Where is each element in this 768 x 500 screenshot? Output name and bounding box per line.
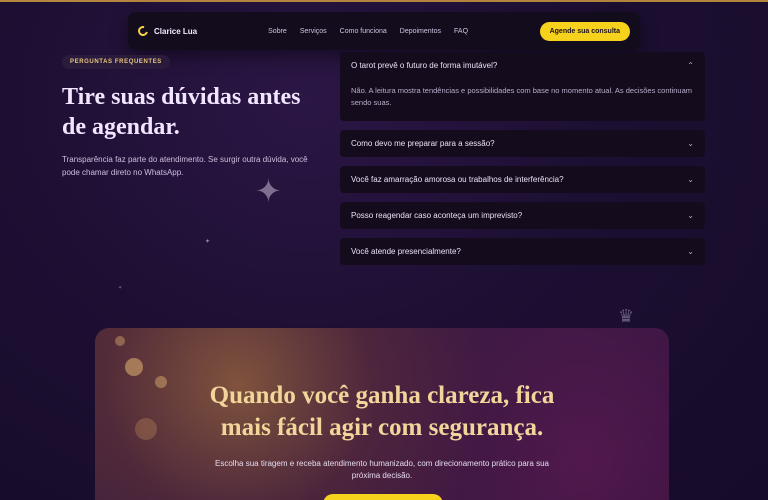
faq-accordion: O tarot prevê o futuro de forma imutável… bbox=[340, 52, 705, 274]
faq-question-toggle[interactable]: Posso reagendar caso aconteça um imprevi… bbox=[351, 202, 694, 229]
banner-cta-button[interactable] bbox=[323, 494, 443, 500]
faq-answer: Não. A leitura mostra tendências e possi… bbox=[351, 86, 693, 107]
banner-title: Quando você ganha clareza, fica mais fác… bbox=[95, 380, 669, 444]
faq-question: Posso reagendar caso aconteça um imprevi… bbox=[351, 211, 523, 220]
nav-item-depoimentos[interactable]: Depoimentos bbox=[400, 28, 441, 35]
faq-question: Você atende presencialmente? bbox=[351, 247, 461, 256]
banner-title-line-2: mais fácil agir com segurança. bbox=[220, 414, 544, 441]
schedule-button[interactable]: Agende sua consulta bbox=[539, 21, 630, 41]
faq-title: Tire suas dúvidas antes de agendar. bbox=[62, 84, 301, 140]
crown-decoration-icon: ♛ bbox=[618, 306, 635, 326]
faq-item: Você faz amarração amorosa ou trabalhos … bbox=[340, 166, 705, 193]
sparkle-icon: ✦ bbox=[255, 173, 282, 209]
bokeh-decoration bbox=[115, 336, 125, 346]
faq-question-toggle[interactable]: Você atende presencialmente? ⌄ bbox=[351, 238, 694, 265]
chevron-down-icon: ⌄ bbox=[687, 139, 694, 148]
bokeh-decoration bbox=[125, 358, 143, 376]
chevron-down-icon: ⌄ bbox=[687, 175, 694, 184]
chevron-up-icon: ⌃ bbox=[687, 61, 694, 70]
nav-item-como-funciona[interactable]: Como funciona bbox=[340, 28, 387, 35]
faq-question-toggle[interactable]: Como devo me preparar para a sessão? ⌄ bbox=[351, 130, 694, 157]
faq-question-toggle[interactable]: O tarot prevê o futuro de forma imutável… bbox=[351, 52, 694, 79]
faq-question: Você faz amarração amorosa ou trabalhos … bbox=[351, 175, 564, 184]
chevron-down-icon: ⌄ bbox=[687, 247, 694, 256]
cta-banner: Quando você ganha clareza, fica mais fác… bbox=[95, 328, 669, 500]
chevron-down-icon: ⌄ bbox=[687, 211, 694, 220]
top-accent-line bbox=[0, 0, 768, 2]
moon-icon bbox=[136, 24, 150, 38]
main-nav: Sobre Serviços Como funciona Depoimentos… bbox=[268, 28, 468, 35]
faq-badge: PERGUNTAS FREQUENTES bbox=[62, 55, 170, 69]
brand-name: Clarice Lua bbox=[154, 26, 198, 36]
banner-description: Escolha sua tiragem e receba atendimento… bbox=[215, 459, 549, 480]
site-header: Clarice Lua Sobre Serviços Como funciona… bbox=[128, 12, 640, 50]
faq-question-toggle[interactable]: Você faz amarração amorosa ou trabalhos … bbox=[351, 166, 694, 193]
nav-item-faq[interactable]: FAQ bbox=[454, 28, 468, 35]
faq-item: O tarot prevê o futuro de forma imutável… bbox=[340, 52, 705, 121]
sparkle-icon: ✦ bbox=[118, 285, 123, 291]
faq-question: O tarot prevê o futuro de forma imutável… bbox=[351, 61, 498, 70]
sparkle-icon: ✦ bbox=[205, 239, 211, 245]
faq-question: Como devo me preparar para a sessão? bbox=[351, 139, 495, 148]
nav-item-sobre[interactable]: Sobre bbox=[268, 28, 287, 35]
faq-item: Você atende presencialmente? ⌄ bbox=[340, 238, 705, 265]
brand-logo[interactable]: Clarice Lua bbox=[136, 24, 198, 38]
faq-item: Como devo me preparar para a sessão? ⌄ bbox=[340, 130, 705, 157]
faq-item: Posso reagendar caso aconteça um imprevi… bbox=[340, 202, 705, 229]
nav-item-servicos[interactable]: Serviços bbox=[300, 28, 327, 35]
banner-title-line-1: Quando você ganha clareza, fica bbox=[209, 382, 555, 409]
